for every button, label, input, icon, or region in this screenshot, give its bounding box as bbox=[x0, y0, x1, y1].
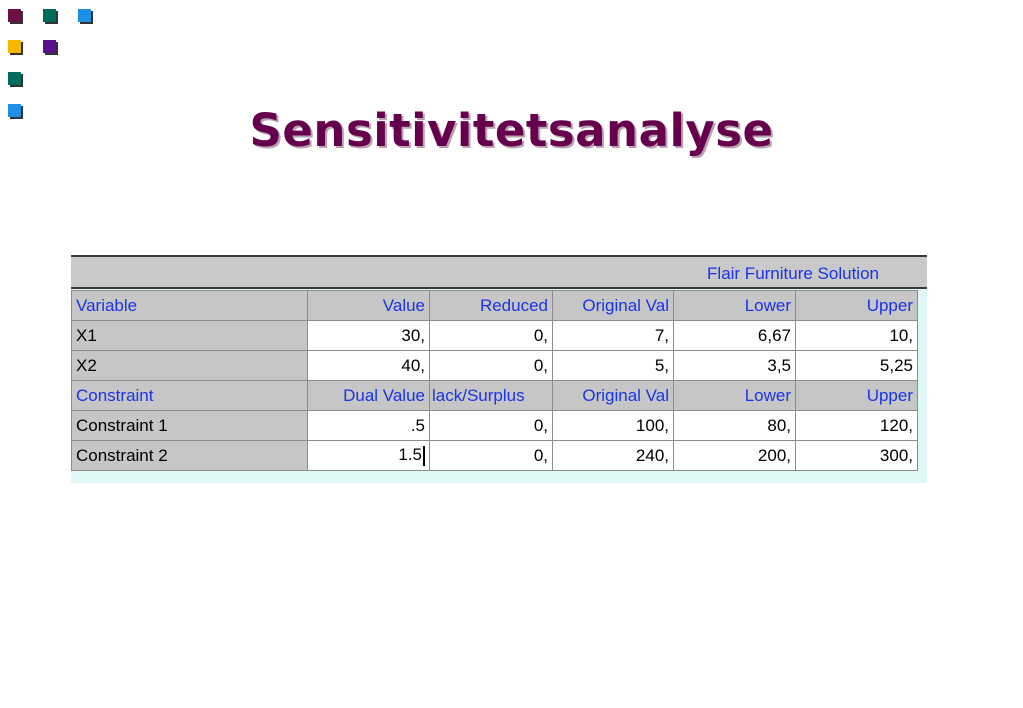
bullet-square-icon bbox=[8, 9, 21, 22]
table-cell[interactable]: 6,67 bbox=[673, 320, 796, 351]
table-cell[interactable]: 30, bbox=[307, 320, 430, 351]
slide: Sensitivitetsanalyse Flair Furniture Sol… bbox=[0, 0, 1023, 708]
bullet-square-icon bbox=[8, 72, 21, 85]
header-cell: lack/Surplus bbox=[429, 380, 553, 411]
header-cell: Lower bbox=[673, 380, 796, 411]
table-cell[interactable]: 0, bbox=[429, 410, 553, 441]
table-cell[interactable]: 100, bbox=[552, 410, 674, 441]
header-cell: Variable bbox=[71, 290, 308, 321]
table-row: Constraint 1 .5 0, 100, 80, 120, bbox=[71, 410, 918, 441]
row-label: Constraint 1 bbox=[71, 410, 308, 441]
table-cell[interactable]: 0, bbox=[429, 440, 553, 471]
header-cell: Lower bbox=[673, 290, 796, 321]
cell-value: 1.5 bbox=[398, 445, 422, 465]
header-cell: Original Val bbox=[552, 290, 674, 321]
table-cell[interactable]: 0, bbox=[429, 350, 553, 381]
header-cell: Reduced bbox=[429, 290, 553, 321]
table-cell[interactable]: 300, bbox=[795, 440, 918, 471]
variable-header-row: Variable Value Reduced Original Val Lowe… bbox=[71, 290, 918, 321]
table-row: X1 30, 0, 7, 6,67 10, bbox=[71, 320, 918, 351]
table-row: X2 40, 0, 5, 3,5 5,25 bbox=[71, 350, 918, 381]
header-cell: Value bbox=[307, 290, 430, 321]
table-cell[interactable]: .5 bbox=[307, 410, 430, 441]
table-cell[interactable]: 0, bbox=[429, 320, 553, 351]
grid-title-bar: Flair Furniture Solution bbox=[71, 255, 927, 289]
slide-title: Sensitivitetsanalyse bbox=[249, 104, 774, 157]
table-cell[interactable]: 3,5 bbox=[673, 350, 796, 381]
table-cell[interactable]: 80, bbox=[673, 410, 796, 441]
header-cell: Original Val bbox=[552, 380, 674, 411]
table-cell[interactable]: 40, bbox=[307, 350, 430, 381]
table-cell[interactable]: 7, bbox=[552, 320, 674, 351]
solution-grid: Flair Furniture Solution Variable Value … bbox=[71, 255, 927, 483]
row-label: Constraint 2 bbox=[71, 440, 308, 471]
row-label: X1 bbox=[71, 320, 308, 351]
table-cell[interactable]: 5,25 bbox=[795, 350, 918, 381]
header-cell: Upper bbox=[795, 380, 918, 411]
table-cell[interactable]: 5, bbox=[552, 350, 674, 381]
header-cell: Upper bbox=[795, 290, 918, 321]
table-cell[interactable]: 240, bbox=[552, 440, 674, 471]
constraint-header-row: Constraint Dual Value lack/Surplus Origi… bbox=[71, 380, 918, 411]
text-cursor bbox=[423, 445, 425, 466]
bullet-square-icon bbox=[43, 40, 56, 53]
table-cell[interactable]: 200, bbox=[673, 440, 796, 471]
table-row: Constraint 2 1.5 0, 240, 200, 300, bbox=[71, 440, 918, 471]
header-cell: Dual Value bbox=[307, 380, 430, 411]
editing-cell[interactable]: 1.5 bbox=[307, 440, 430, 471]
solution-title: Flair Furniture Solution bbox=[707, 264, 879, 283]
bullet-square-icon bbox=[8, 40, 21, 53]
bullet-square-icon bbox=[78, 9, 91, 22]
table-cell[interactable]: 10, bbox=[795, 320, 918, 351]
row-label: X2 bbox=[71, 350, 308, 381]
table-cell[interactable]: 120, bbox=[795, 410, 918, 441]
header-cell: Constraint bbox=[71, 380, 308, 411]
bullet-square-icon bbox=[43, 9, 56, 22]
sensitivity-table: Variable Value Reduced Original Val Lowe… bbox=[71, 290, 918, 471]
